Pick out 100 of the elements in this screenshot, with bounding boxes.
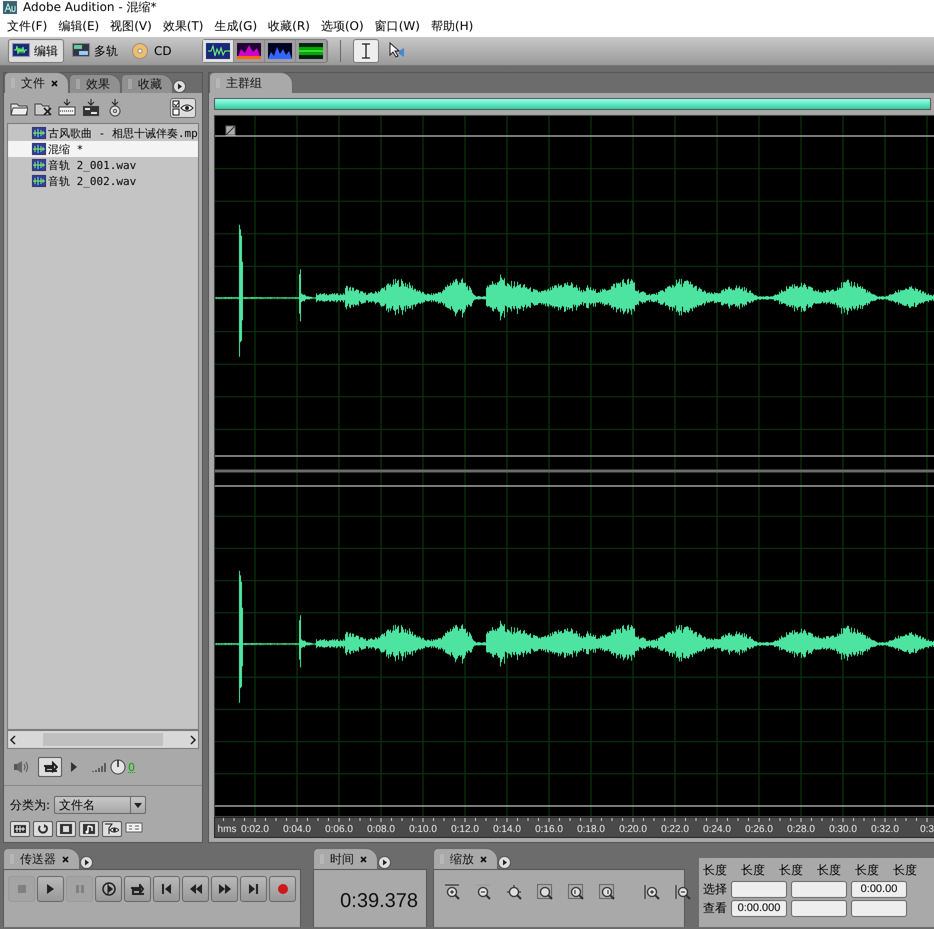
menu-item[interactable]: 生成(G) [210, 16, 264, 36]
magnifier-icon [506, 884, 523, 900]
video-filter-button[interactable] [56, 821, 76, 837]
funnel-eye-icon [105, 823, 119, 835]
sort-dropdown[interactable]: 文件名 [54, 796, 146, 814]
time-display: 0:39.378 [339, 889, 419, 913]
music-note-icon [82, 823, 96, 835]
speaker-icon[interactable] [12, 760, 30, 774]
loop-icon [36, 823, 50, 835]
spectral-pan-icon [268, 43, 292, 59]
menu-item[interactable]: 效果(T) [158, 16, 210, 36]
magnifier-icon [475, 884, 492, 900]
time-field[interactable] [791, 881, 847, 898]
menu-item[interactable]: 文件(F) [2, 16, 54, 36]
panel-tab[interactable]: 缩放 [433, 848, 498, 869]
row-label: 选择 [703, 881, 727, 898]
close-icon[interactable] [62, 856, 69, 862]
insert-waveform-button[interactable] [58, 99, 76, 117]
time-field[interactable]: 0:00.000 [731, 900, 787, 917]
play-from-cursor-button[interactable] [95, 876, 122, 902]
magnifier-icon [644, 884, 661, 900]
menu-item[interactable]: 收藏(R) [263, 16, 316, 36]
file-list-item[interactable]: 音轨 2_001.wav [8, 157, 198, 173]
zoom-in-vertical-button[interactable] [644, 884, 661, 900]
ruler-tick-label: 0:24.0 [703, 824, 731, 835]
marker-icon[interactable] [226, 125, 236, 136]
folder-path-icon[interactable] [125, 821, 143, 833]
audio-file-icon [32, 175, 46, 187]
time-selection-tool[interactable] [352, 39, 379, 63]
workspace-button[interactable]: CD [128, 39, 178, 63]
panel-tab[interactable]: 时间 [313, 848, 378, 869]
show-options-button[interactable] [170, 98, 196, 118]
file-list-item[interactable]: 古风歌曲 - 相思十诫伴奏.mp [8, 125, 198, 141]
panel-tab[interactable]: 文件 [4, 72, 69, 93]
time-field[interactable]: 0:00.00 [851, 881, 907, 898]
audio-file-icon [32, 159, 46, 171]
disc-icon [132, 43, 150, 59]
zoom-out-horizontal-button[interactable] [475, 884, 492, 900]
overview-bar[interactable] [214, 98, 931, 110]
waveform-icon [13, 823, 27, 835]
file-list-item[interactable]: 音轨 2_002.wav [8, 173, 198, 189]
play-button[interactable] [37, 876, 64, 902]
volume-knob[interactable] [110, 759, 126, 775]
panel-menu-icon[interactable] [378, 856, 391, 869]
ruler-tick-label: 0:06.0 [325, 824, 353, 835]
horizontal-scrollbar[interactable] [7, 730, 199, 749]
play-icon[interactable] [70, 761, 78, 773]
panel-tab[interactable]: 收藏 [121, 74, 173, 93]
scroll-right-icon [188, 734, 198, 744]
zoom-left-edge-button[interactable] [568, 884, 585, 900]
loop-icon [130, 884, 145, 894]
zoom-full-button[interactable] [537, 884, 554, 900]
menu-item[interactable]: 窗口(W) [370, 16, 426, 36]
skip-end-button[interactable] [240, 876, 267, 902]
menu-item[interactable]: 编辑(E) [53, 16, 106, 36]
close-icon[interactable] [51, 80, 58, 86]
magnifier-icon [537, 884, 554, 900]
file-list-item[interactable]: 混缩 * [8, 141, 198, 157]
time-field[interactable] [791, 900, 847, 917]
play-icon [46, 883, 55, 895]
magnifier-icon [568, 884, 585, 900]
menu-item[interactable]: 视图(V) [105, 16, 158, 36]
time-ruler[interactable]: hms 0:02.0 0:04.0 0:06.0 0:08.0 0:10.0 0:12.0 0:14.0 0:16.0 0:18.0 0:20.0 0:22.0 0:24.0 0:26.0 0:28.0 0:30.0 0:32.0 0:3 [214, 816, 934, 838]
ruler-tick-label: 0:04.0 [283, 824, 311, 835]
checkbox-eye-icon [172, 100, 194, 116]
panel-menu-icon[interactable] [498, 856, 511, 869]
panel-tab[interactable]: 主群组 [209, 72, 293, 93]
waveform-filter-button[interactable] [10, 821, 30, 837]
panel-menu-icon[interactable] [80, 856, 93, 869]
workspace-button[interactable]: 多轨 [68, 39, 124, 63]
skip-start-button[interactable] [153, 876, 180, 902]
time-field[interactable] [851, 900, 907, 917]
zoom-center-button[interactable] [506, 884, 523, 900]
close-icon[interactable] [480, 856, 487, 862]
panel-menu-icon[interactable] [173, 80, 186, 93]
close-icon[interactable] [360, 856, 367, 862]
zoom-in-horizontal-button[interactable] [444, 884, 461, 900]
workspace-button[interactable]: 编辑 [8, 39, 64, 63]
loop-button[interactable] [124, 876, 151, 902]
ruler-tick-label: 0:02.0 [241, 824, 269, 835]
panel-tab[interactable]: 效果 [69, 74, 121, 93]
magnifier-icon [675, 884, 692, 900]
zoom-out-vertical-button[interactable] [675, 884, 692, 900]
insert-multitrack-button[interactable] [82, 99, 100, 117]
column-header: 长度 [893, 862, 918, 879]
panel-tab[interactable]: 传送器 [3, 848, 80, 869]
music-note-filter-button[interactable] [79, 821, 99, 837]
fast-forward-button[interactable] [211, 876, 238, 902]
loop-button[interactable] [38, 757, 62, 777]
menu-item[interactable]: 帮助(H) [426, 16, 480, 36]
menu-item[interactable]: 选项(O) [316, 16, 370, 36]
waveform-display[interactable] [214, 114, 934, 817]
zoom-right-edge-button[interactable] [599, 884, 616, 900]
rewind-button[interactable] [182, 876, 209, 902]
loop-filter-button[interactable] [33, 821, 53, 837]
view-button[interactable] [202, 40, 234, 62]
time-field[interactable] [731, 881, 787, 898]
insert-waveform-icon [58, 99, 76, 117]
column-header: 长度 [703, 862, 728, 879]
funnel-eye-filter-button[interactable] [102, 821, 122, 837]
